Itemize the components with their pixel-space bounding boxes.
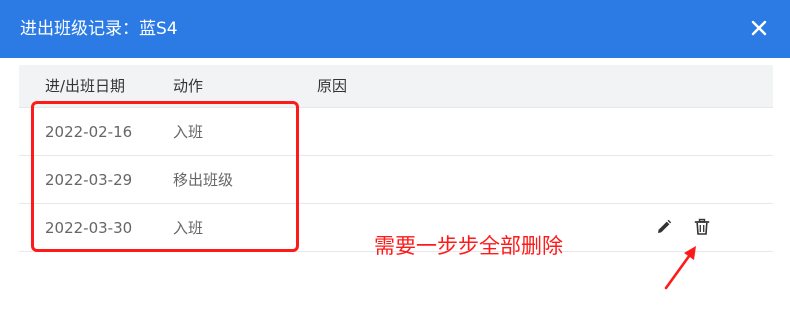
- row-action: 入班: [173, 123, 204, 141]
- row-date: 2022-02-16: [45, 123, 133, 141]
- table-row: 2022-03-29 移出班级: [19, 156, 773, 204]
- table-row: 2022-02-16 入班: [19, 108, 773, 156]
- row-action: 移出班级: [173, 171, 234, 189]
- row-action: 入班: [173, 219, 204, 237]
- records-dialog: 进出班级记录：蓝S4 进/出班日期 动作 原因 2022-02-16 入班 20…: [0, 0, 790, 325]
- records-table: 进/出班日期 动作 原因 2022-02-16 入班 2022-03-29 移出…: [19, 65, 773, 252]
- row-date: 2022-03-30: [45, 219, 133, 237]
- close-icon: [751, 20, 767, 36]
- delete-button[interactable]: [693, 218, 711, 236]
- trash-icon: [694, 218, 710, 235]
- column-header-action: 动作: [173, 77, 204, 95]
- row-date: 2022-03-29: [45, 171, 133, 189]
- dialog-title: 进出班级记录：蓝S4: [20, 19, 178, 39]
- annotation-text: 需要一步步全部删除: [374, 234, 563, 258]
- row-actions: [655, 218, 715, 238]
- table-header: 进/出班日期 动作 原因: [19, 65, 773, 108]
- close-button[interactable]: [748, 17, 770, 39]
- edit-icon: [658, 219, 672, 233]
- dialog-titlebar: 进出班级记录：蓝S4: [0, 0, 790, 58]
- edit-button[interactable]: [655, 218, 673, 236]
- column-header-reason: 原因: [317, 77, 348, 95]
- column-header-date: 进/出班日期: [45, 77, 126, 95]
